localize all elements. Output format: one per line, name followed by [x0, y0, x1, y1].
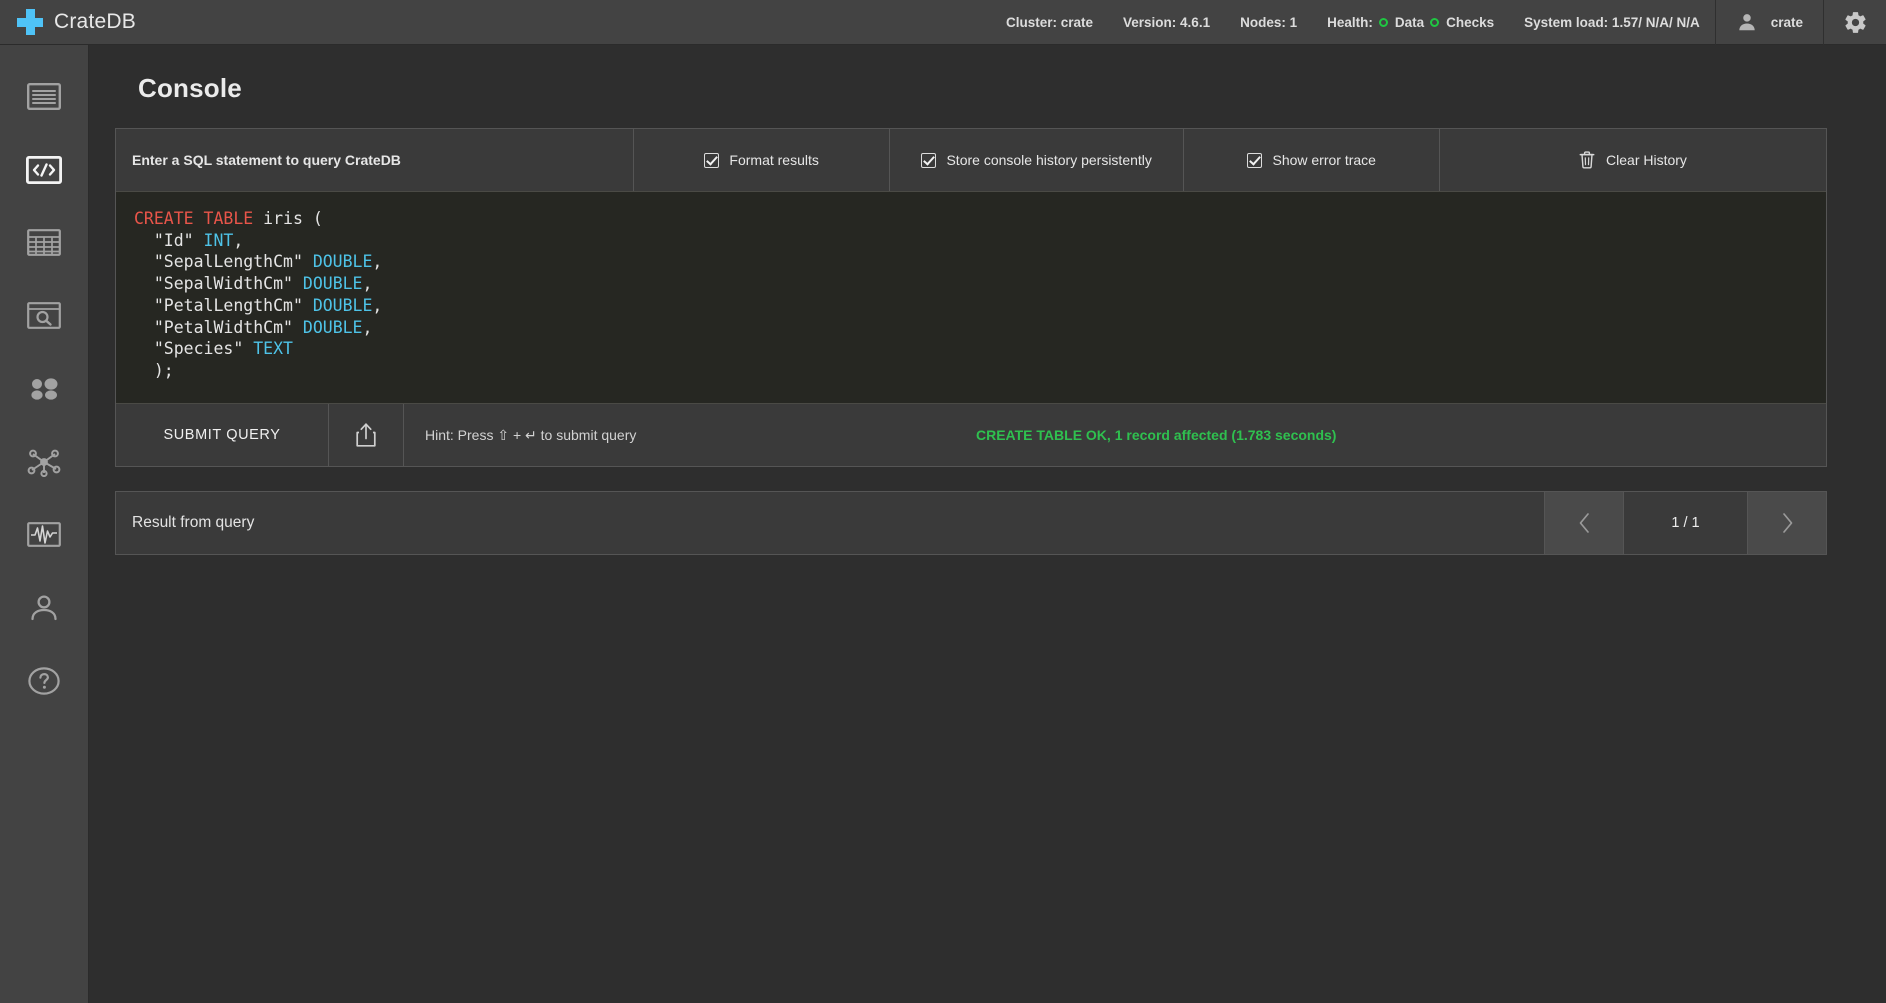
- format-results-label: Format results: [729, 152, 819, 168]
- console-toolbar: Enter a SQL statement to query CrateDB F…: [116, 129, 1826, 191]
- sidebar-item-cluster[interactable]: [0, 425, 88, 498]
- sql-token: "Id": [134, 230, 204, 250]
- health-label: Health:: [1327, 14, 1373, 30]
- sql-token: TEXT: [253, 339, 293, 359]
- tables-icon: [27, 229, 61, 256]
- sidebar-item-search[interactable]: [0, 279, 88, 352]
- sql-token: DOUBLE: [312, 295, 373, 315]
- sql-token: "SepalLengthCm": [134, 252, 313, 272]
- settings-button[interactable]: [1824, 0, 1886, 45]
- sql-token: ,: [362, 317, 373, 337]
- sql-token: );: [134, 360, 174, 380]
- cratedb-logo-icon: [17, 9, 43, 35]
- monitoring-icon: [27, 522, 61, 547]
- store-history-label: Store console history persistently: [946, 152, 1152, 168]
- console-actions: SUBMIT QUERY Hint: Press ⇧ + ↵ to submit…: [116, 404, 1826, 466]
- clear-history-button[interactable]: Clear History: [1440, 129, 1826, 191]
- option-show-error-trace[interactable]: Show error trace: [1184, 129, 1440, 191]
- show-error-trace-label: Show error trace: [1272, 152, 1376, 168]
- result-bar: Result from query 1 / 1: [115, 491, 1827, 555]
- sql-token: "Species": [134, 339, 254, 359]
- sidebar-item-overview[interactable]: [0, 60, 88, 133]
- health-checks-label: Checks: [1446, 14, 1495, 30]
- stat-version: Version: 4.6.1: [1123, 14, 1211, 30]
- shards-icon: [31, 377, 58, 400]
- user-menu[interactable]: crate: [1716, 0, 1823, 45]
- format-results-checkbox[interactable]: [704, 152, 720, 168]
- user-icon: [31, 594, 57, 620]
- cluster-icon: [27, 449, 61, 477]
- console-panel: Enter a SQL statement to query CrateDB F…: [115, 128, 1827, 467]
- sql-token: "SepalWidthCm": [134, 274, 303, 294]
- sql-token: DOUBLE: [302, 317, 363, 337]
- sidebar-item-tables[interactable]: [0, 206, 88, 279]
- stat-health: Health: Data Checks: [1312, 15, 1509, 30]
- sql-prompt-label: Enter a SQL statement to query CrateDB: [116, 129, 635, 191]
- sql-editor[interactable]: CREATE TABLE iris ( "Id" INT, "SepalLeng…: [116, 191, 1826, 404]
- sidebar-item-shards[interactable]: [0, 352, 88, 425]
- user-name: crate: [1770, 14, 1803, 30]
- option-format-results[interactable]: Format results: [634, 129, 890, 191]
- sql-token: DOUBLE: [302, 274, 363, 294]
- stat-nodes: Nodes: 1: [1240, 14, 1298, 30]
- user-avatar-icon: [1739, 14, 1755, 31]
- chevron-right-icon: [1782, 513, 1792, 533]
- brand-name: CrateDB: [54, 10, 136, 33]
- health-data-indicator-icon: [1378, 17, 1388, 27]
- chevron-left-icon: [1579, 513, 1589, 533]
- cluster-stats: Cluster: crate Version: 4.6.1 Nodes: 1 H…: [991, 0, 1715, 45]
- pagination-next-button[interactable]: [1747, 492, 1826, 554]
- sql-token: "PetalLengthCm": [134, 295, 313, 315]
- page-title: Console: [138, 73, 242, 103]
- sidebar-item-console[interactable]: [0, 133, 88, 206]
- submit-query-button[interactable]: SUBMIT QUERY: [116, 404, 329, 466]
- result-label: Result from query: [132, 514, 255, 531]
- pagination-prev-button[interactable]: [1544, 492, 1623, 554]
- query-status-message: CREATE TABLE OK, 1 record affected (1.78…: [976, 427, 1337, 443]
- sql-token: CREATE: [134, 209, 194, 228]
- main-content: Console Enter a SQL statement to query C…: [89, 45, 1886, 1003]
- sql-token: ,: [372, 252, 383, 272]
- pagination-indicator: 1 / 1: [1623, 492, 1747, 554]
- console-icon: [26, 155, 62, 184]
- health-data-label: Data: [1394, 14, 1425, 30]
- sql-token: ,: [362, 274, 373, 294]
- trash-icon: [1579, 151, 1595, 169]
- search-icon: [27, 302, 61, 329]
- sql-token: DOUBLE: [312, 252, 373, 272]
- clear-history-label: Clear History: [1606, 152, 1687, 168]
- help-icon: [28, 666, 60, 695]
- sidebar-item-users[interactable]: [0, 571, 88, 644]
- export-icon: [356, 423, 376, 447]
- gear-icon: [1844, 11, 1866, 33]
- sidebar-item-help[interactable]: [0, 644, 88, 717]
- sql-token: "PetalWidthCm": [134, 317, 303, 337]
- store-history-checkbox[interactable]: [921, 152, 937, 168]
- sql-token: INT: [203, 230, 234, 250]
- option-store-history[interactable]: Store console history persistently: [890, 129, 1185, 191]
- sql-token: ,: [233, 230, 244, 250]
- export-query-button[interactable]: [329, 404, 404, 466]
- stat-cluster: Cluster: crate: [1005, 14, 1094, 30]
- sidebar: [0, 45, 89, 1003]
- top-navigation-bar: CrateDB Cluster: crate Version: 4.6.1 No…: [0, 0, 1886, 45]
- sql-token: ,: [372, 295, 383, 315]
- show-error-trace-checkbox[interactable]: [1247, 152, 1263, 168]
- health-checks-indicator-icon: [1430, 17, 1440, 27]
- stat-system-load: System load: 1.57/ N/A/ N/A: [1524, 14, 1700, 30]
- overview-icon: [27, 83, 61, 110]
- sidebar-item-monitoring[interactable]: [0, 498, 88, 571]
- sql-token: iris (: [253, 209, 323, 228]
- brand-logo-area[interactable]: CrateDB: [0, 9, 150, 35]
- sql-token: TABLE: [203, 209, 254, 228]
